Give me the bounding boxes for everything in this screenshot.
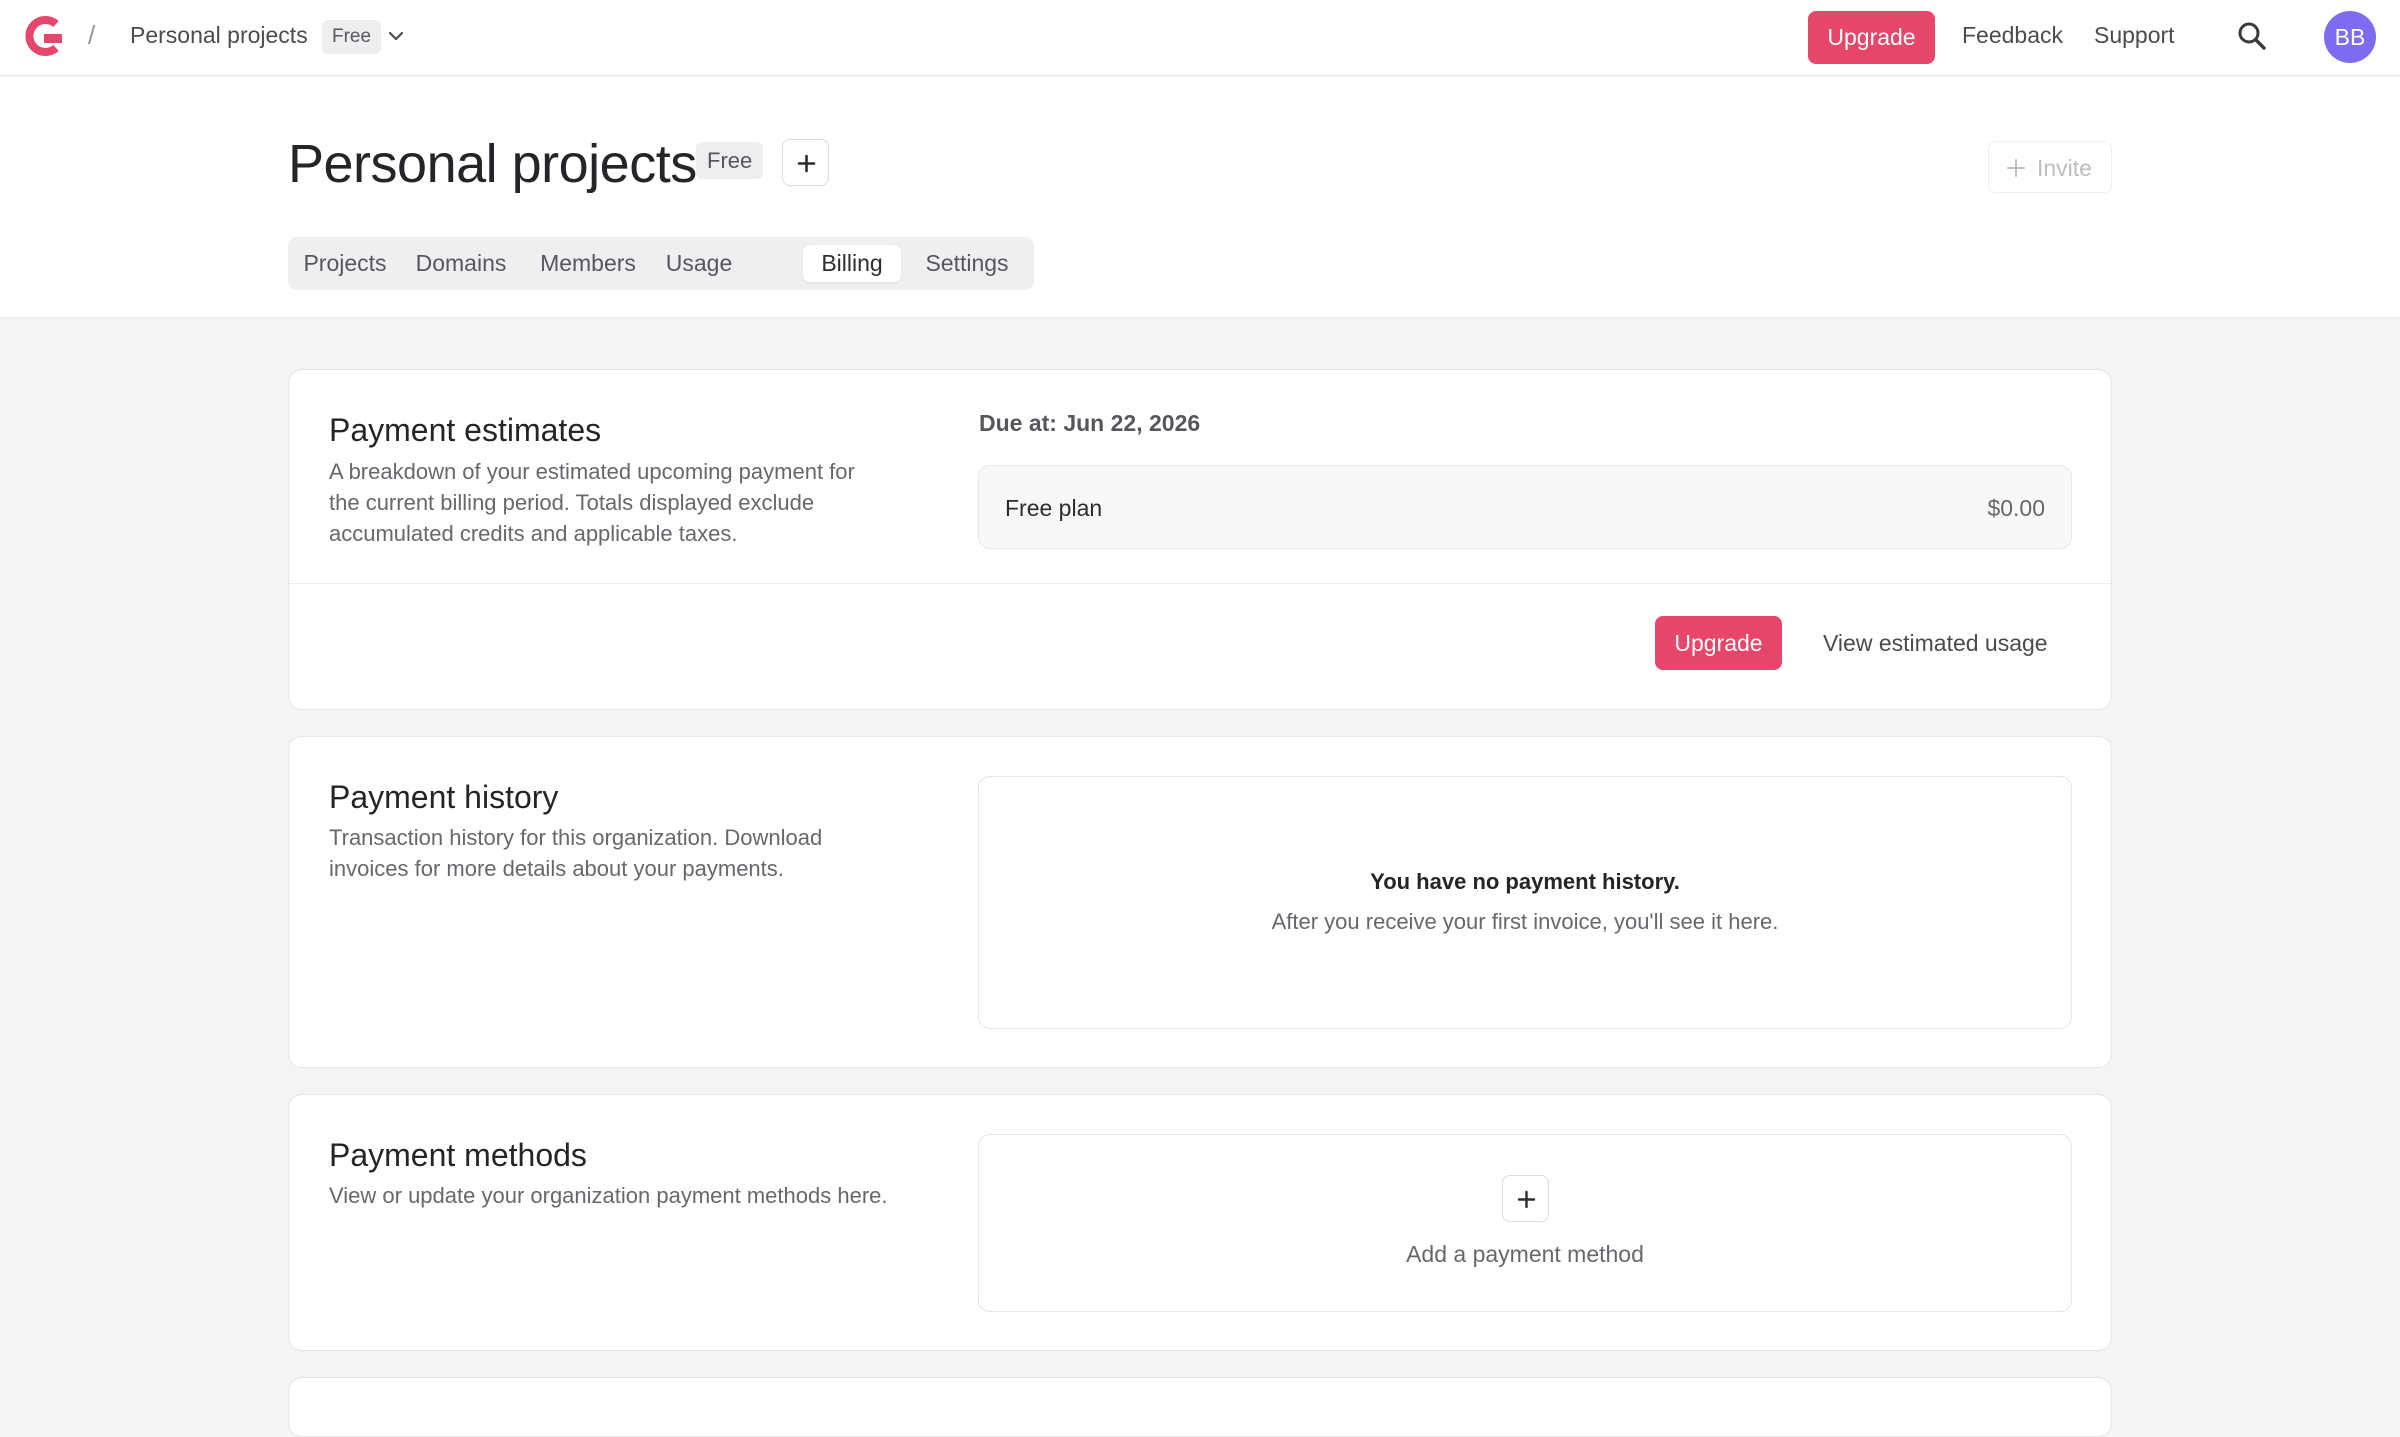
upgrade-button-top[interactable]: Upgrade bbox=[1808, 11, 1935, 64]
upgrade-button[interactable]: Upgrade bbox=[1655, 616, 1782, 670]
next-card bbox=[288, 1377, 2112, 1437]
view-estimated-usage-button[interactable]: View estimated usage bbox=[1823, 630, 2048, 657]
plan-badge: Free bbox=[696, 142, 764, 179]
payment-methods-card: Payment methods View or update your orga… bbox=[288, 1094, 2112, 1351]
add-project-button[interactable] bbox=[782, 139, 829, 186]
top-nav: / Personal projects Free Upgrade Feedbac… bbox=[0, 0, 2400, 76]
tab-usage[interactable]: Usage bbox=[654, 245, 744, 282]
card-title: Payment history bbox=[329, 779, 559, 815]
plus-icon[interactable] bbox=[1502, 1175, 1549, 1222]
page-title: Personal projects bbox=[288, 134, 697, 194]
plan-name: Free plan bbox=[1005, 495, 1103, 521]
card-title: Payment methods bbox=[329, 1137, 587, 1173]
plan-price: $0.00 bbox=[1987, 495, 2045, 521]
add-payment-method-label[interactable]: Add a payment method bbox=[979, 1241, 2071, 1268]
feedback-link[interactable]: Feedback bbox=[1962, 22, 2063, 49]
avatar[interactable]: BB bbox=[2324, 11, 2376, 63]
payment-history-empty-state: You have no payment history. After you r… bbox=[978, 776, 2072, 1029]
empty-state-title: You have no payment history. bbox=[1370, 869, 1680, 894]
page-header: Personal projects Free Invite Projects D… bbox=[0, 77, 2400, 318]
tab-projects[interactable]: Projects bbox=[296, 245, 394, 282]
divider bbox=[289, 583, 2111, 584]
breadcrumb-org-name[interactable]: Personal projects bbox=[130, 22, 308, 49]
search-icon[interactable] bbox=[2236, 20, 2268, 52]
plus-icon bbox=[2007, 159, 2025, 177]
logo-icon[interactable] bbox=[22, 16, 66, 56]
support-link[interactable]: Support bbox=[2094, 22, 2175, 49]
tab-members[interactable]: Members bbox=[530, 245, 646, 282]
plan-line-item: Free plan $0.00 bbox=[978, 465, 2072, 549]
payment-estimates-card: Payment estimates A breakdown of your es… bbox=[288, 369, 2112, 710]
chevron-down-icon[interactable] bbox=[384, 24, 408, 48]
card-description: View or update your organization payment… bbox=[329, 1183, 888, 1208]
tab-domains[interactable]: Domains bbox=[404, 245, 518, 282]
tab-bar: Projects Domains Members Usage Billing S… bbox=[288, 237, 1034, 290]
card-description: A breakdown of your estimated upcoming p… bbox=[329, 459, 855, 546]
tab-billing[interactable]: Billing bbox=[803, 245, 901, 282]
empty-state-subtitle: After you receive your first invoice, yo… bbox=[1271, 909, 1779, 934]
payment-history-card: Payment history Transaction history for … bbox=[288, 736, 2112, 1068]
tab-settings[interactable]: Settings bbox=[910, 245, 1024, 282]
plus-icon bbox=[797, 154, 816, 173]
card-title: Payment estimates bbox=[329, 412, 602, 448]
org-tier-badge: Free bbox=[322, 20, 382, 54]
breadcrumb-separator: / bbox=[88, 20, 96, 50]
invite-label: Invite bbox=[2037, 155, 2092, 181]
invite-button[interactable]: Invite bbox=[1988, 141, 2112, 193]
add-payment-method-box[interactable]: Add a payment method bbox=[978, 1134, 2072, 1312]
due-date: Due at: Jun 22, 2026 bbox=[979, 410, 1201, 436]
card-description: Transaction history for this organizatio… bbox=[329, 825, 823, 881]
